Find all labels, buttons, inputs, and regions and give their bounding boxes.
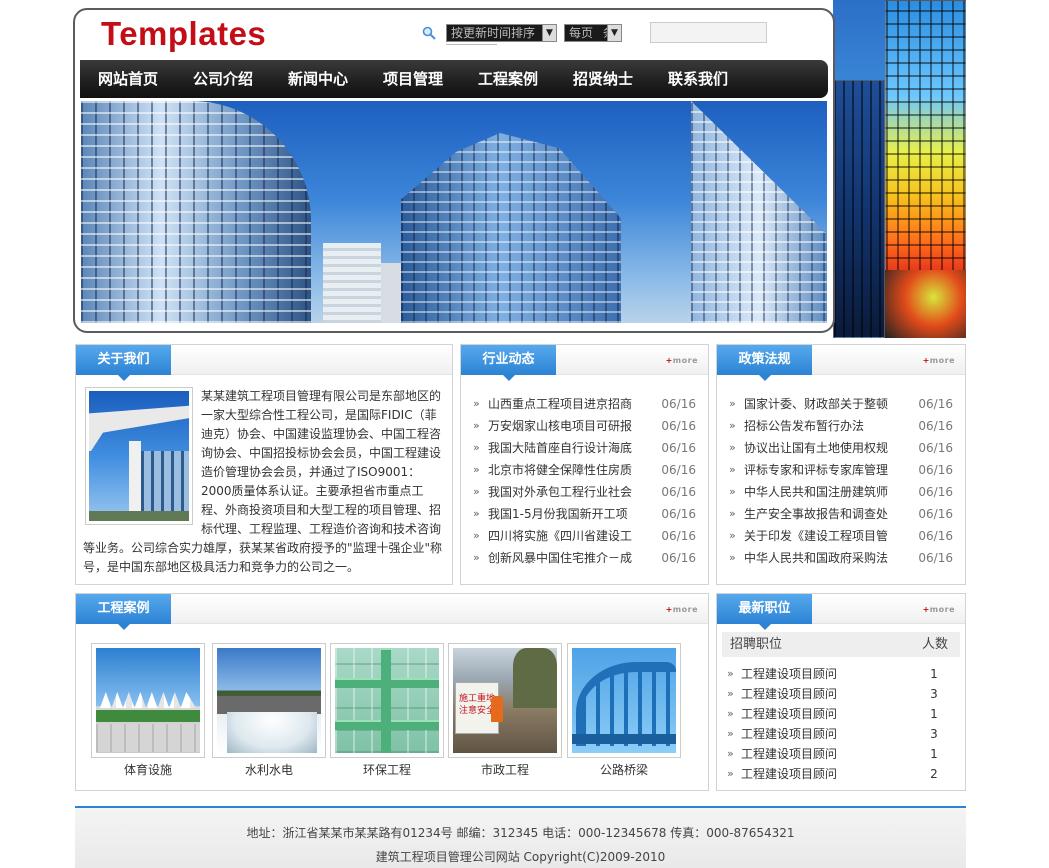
- nav-item-cases[interactable]: 工程案例: [478, 60, 538, 98]
- footer-address: 地址：浙江省某某市某某路有01234号 邮编：312345 电话：000-123…: [246, 826, 795, 840]
- banner-building: [323, 243, 381, 323]
- case-item-hydro[interactable]: 水利水电: [212, 643, 326, 778]
- news-item[interactable]: » 我国对外承包工程行业社会 06/16: [473, 481, 696, 503]
- case-thumbnail: [217, 648, 321, 753]
- news-item[interactable]: » 万安烟家山核电项目可研报 06/16: [473, 415, 696, 437]
- nav-item-projects[interactable]: 项目管理: [383, 60, 443, 98]
- footer: 地址：浙江省某某市某某路有01234号 邮编：312345 电话：000-123…: [75, 806, 966, 868]
- industry-more-link[interactable]: +more: [666, 356, 698, 365]
- policy-item[interactable]: » 招标公告发布暂行办法 06/16: [729, 415, 953, 437]
- case-caption: 公路桥梁: [599, 763, 648, 777]
- side-tower-lights: [885, 270, 966, 338]
- nav-item-home[interactable]: 网站首页: [98, 60, 158, 98]
- jobs-table-header: 招聘职位 人数: [722, 632, 960, 657]
- news-item[interactable]: » 我国1-5月份我国新开工项 06/16: [473, 503, 696, 525]
- chevron-down-icon: ▼: [607, 25, 621, 41]
- case-caption: 环保工程: [362, 763, 411, 777]
- industry-news-header: 行业动态 +more: [461, 345, 708, 381]
- about-panel: 关于我们 某某建筑工程项目管理有限公司是东部地区的一家大型综合性工程公司，是国际…: [75, 344, 453, 585]
- news-item[interactable]: » 创新风暴中国住宅推介－成 06/16: [473, 547, 696, 569]
- cases-more-link[interactable]: +more: [666, 605, 698, 614]
- policy-item[interactable]: » 国家计委、财政部关于整顿 06/16: [729, 393, 953, 415]
- site-logo[interactable]: Templates: [101, 15, 266, 53]
- policy-title: 政策法规: [717, 345, 812, 381]
- banner-building: [691, 101, 827, 323]
- page: Templates 按更新时间排序 ▼ 每页 条 ▼ 网站首页 公司介绍 新闻中…: [0, 0, 1049, 868]
- policy-item[interactable]: » 协议出让国有土地使用权规 06/16: [729, 437, 953, 459]
- news-item[interactable]: » 北京市将健全保障性住房质 06/16: [473, 459, 696, 481]
- case-item-environment[interactable]: 环保工程: [330, 643, 444, 778]
- cases-panel: 工程案例 +more 体育设施 水利水电 环保工程 施工重地 注意安全 市政工程…: [75, 593, 709, 791]
- cases-gallery: 体育设施 水利水电 环保工程 施工重地 注意安全 市政工程 公路桥梁: [91, 643, 698, 783]
- job-row[interactable]: » 工程建设项目顾问 2: [727, 764, 949, 784]
- banner-building: [401, 133, 621, 323]
- nav-item-about[interactable]: 公司介绍: [193, 60, 253, 98]
- case-thumbnail: 施工重地 注意安全: [453, 648, 557, 753]
- policy-list: » 国家计委、财政部关于整顿 06/16 » 招标公告发布暂行办法 06/16 » 协议出…: [729, 393, 953, 569]
- cases-title: 工程案例: [76, 594, 171, 630]
- case-thumbnail: [96, 648, 200, 753]
- about-text-block: 某某建筑工程项目管理有限公司是东部地区的一家大型综合性工程公司，是国际FIDIC…: [83, 387, 446, 577]
- job-row[interactable]: » 工程建设项目顾问 1: [727, 704, 949, 724]
- jobs-header: 最新职位 +more: [717, 594, 965, 630]
- chevron-down-icon: ▼: [542, 25, 556, 41]
- page-size-label: 每页: [569, 26, 594, 40]
- search-button[interactable]: [446, 44, 497, 48]
- news-item[interactable]: » 我国大陆首座自行设计海底 06/16: [473, 437, 696, 459]
- industry-news-panel: 行业动态 +more » 山西重点工程项目进京招商 06/16 » 万安烟家山核电项目…: [460, 344, 709, 585]
- sort-select-value: 按更新时间排序: [451, 26, 536, 40]
- jobs-title: 最新职位: [717, 594, 812, 630]
- more-label: more: [672, 605, 698, 614]
- side-tower-dark: [833, 80, 885, 338]
- job-row[interactable]: » 工程建设项目顾问 1: [727, 664, 949, 684]
- case-thumbnail: [335, 648, 439, 753]
- industry-news-title: 行业动态: [461, 345, 556, 381]
- about-panel-header: 关于我们: [76, 345, 452, 381]
- policy-header: 政策法规 +more: [717, 345, 965, 381]
- more-label: more: [929, 356, 955, 365]
- banner-building: [81, 101, 311, 323]
- about-panel-title: 关于我们: [76, 345, 171, 381]
- more-label: more: [929, 605, 955, 614]
- policy-item[interactable]: » 中华人民共和国注册建筑师 06/16: [729, 481, 953, 503]
- jobs-panel: 最新职位 +more 招聘职位 人数 » 工程建设项目顾问 1 » 工程建设项目顾问 3…: [716, 593, 966, 791]
- main-nav: 网站首页 公司介绍 新闻中心 项目管理 工程案例 招贤纳士 联系我们: [80, 60, 828, 98]
- search-icon[interactable]: [422, 26, 436, 40]
- more-label: more: [672, 356, 698, 365]
- policy-more-link[interactable]: +more: [923, 356, 955, 365]
- page-size-select[interactable]: 每页 条 ▼: [564, 24, 622, 42]
- policy-panel: 政策法规 +more » 国家计委、财政部关于整顿 06/16 » 招标公告发布暂行办…: [716, 344, 966, 585]
- news-item[interactable]: » 山西重点工程项目进京招商 06/16: [473, 393, 696, 415]
- jobs-col-position: 招聘职位: [730, 637, 783, 652]
- job-row[interactable]: » 工程建设项目顾问 1: [727, 744, 949, 764]
- nav-item-news[interactable]: 新闻中心: [288, 60, 348, 98]
- case-item-sports[interactable]: 体育设施: [91, 643, 205, 778]
- industry-news-list: » 山西重点工程项目进京招商 06/16 » 万安烟家山核电项目可研报 06/16 » 我…: [473, 393, 696, 569]
- case-caption: 水利水电: [244, 763, 293, 777]
- news-item[interactable]: » 四川将实施《四川省建设工 06/16: [473, 525, 696, 547]
- case-thumbnail: [572, 648, 676, 753]
- footer-copyright: 建筑工程项目管理公司网站 Copyright(C)2009-2010: [375, 850, 666, 864]
- case-item-municipal[interactable]: 施工重地 注意安全 市政工程: [448, 643, 562, 778]
- policy-item[interactable]: » 生产安全事故报告和调查处 06/16: [729, 503, 953, 525]
- sort-select[interactable]: 按更新时间排序 ▼: [446, 24, 557, 42]
- policy-item[interactable]: » 评标专家和评标专家库管理 06/16: [729, 459, 953, 481]
- case-caption: 体育设施: [123, 763, 172, 777]
- case-caption: 市政工程: [480, 763, 529, 777]
- policy-item[interactable]: » 中华人民共和国政府采购法 06/16: [729, 547, 953, 569]
- nav-item-contact[interactable]: 联系我们: [668, 60, 728, 98]
- jobs-col-count: 人数: [921, 637, 948, 652]
- search-input[interactable]: [650, 22, 767, 43]
- header-side-photo: [833, 0, 966, 338]
- case-item-bridge[interactable]: 公路桥梁: [567, 643, 681, 778]
- cases-header: 工程案例 +more: [76, 594, 708, 630]
- banner-image: [81, 101, 827, 323]
- job-row[interactable]: » 工程建设项目顾问 3: [727, 724, 949, 744]
- jobs-more-link[interactable]: +more: [923, 605, 955, 614]
- policy-item[interactable]: » 关于印发《建设工程项目管 06/16: [729, 525, 953, 547]
- nav-item-jobs[interactable]: 招贤纳士: [573, 60, 633, 98]
- job-row[interactable]: » 工程建设项目顾问 3: [727, 684, 949, 704]
